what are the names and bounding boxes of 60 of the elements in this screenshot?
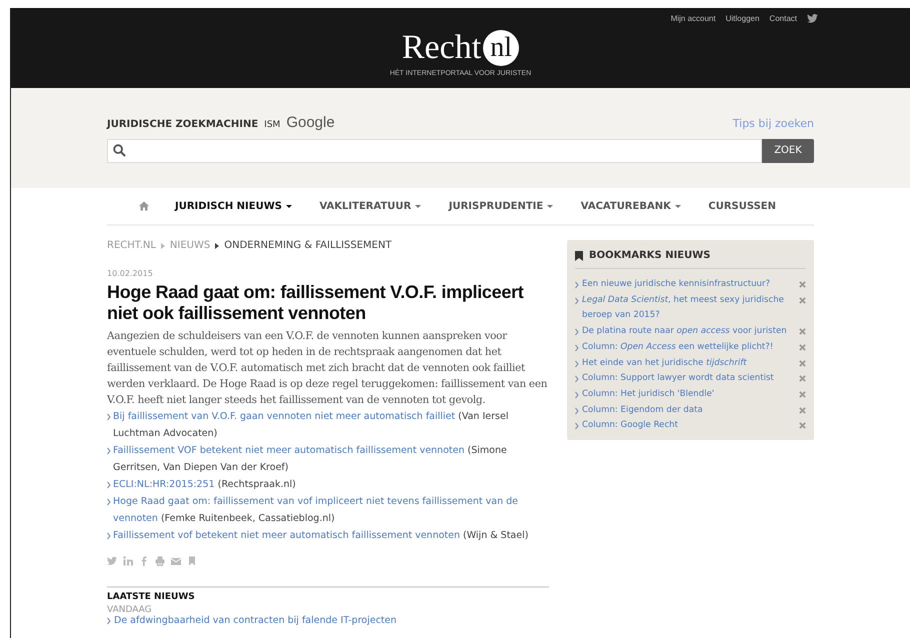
facebook-icon[interactable] xyxy=(139,556,149,566)
panel-title: BOOKMARKS NIEUWS xyxy=(589,250,710,261)
close-icon[interactable] xyxy=(799,281,806,288)
bird-icon[interactable] xyxy=(807,14,818,23)
news-link[interactable]: De afdwingbaarheid van contracten bij falende IT-projecten xyxy=(114,615,397,626)
print-icon[interactable] xyxy=(155,556,165,566)
mail-icon[interactable] xyxy=(171,556,181,566)
related-article-entry[interactable]: Hoge Raad gaat om: faillissement van vof impliceert niet tevens faillissement van de vennoten (Femke Ruitenbeek, Cassatieblog.nl) xyxy=(113,493,549,527)
triangle-icon xyxy=(215,242,220,248)
close-icon[interactable] xyxy=(799,328,806,336)
caret-icon xyxy=(547,204,554,208)
bookmark-link[interactable]: De platina route naar open access voor juristen xyxy=(582,324,790,340)
chevron-icon xyxy=(107,532,111,540)
caret-icon xyxy=(674,204,681,208)
header-link[interactable]: Mijn account xyxy=(670,14,716,23)
article-body: Aangezien de schuldeisers van een V.O.F. de vennoten kunnen aanspreken voor eventuele schulden, werd tot op heden in de rechtspraak aangenomen dat het faillissement van de V.O.F. automatisch met zich bracht dat de vennoten ook failliet werden verklaard. De Hoge Raad is op deze regel teruggekomen: faillissement van een V.O.F. heeft niet langer steeds het faillissement van de vennoten tot gevolg. xyxy=(107,329,548,408)
linkedin-icon[interactable] xyxy=(123,556,133,566)
close-icon[interactable] xyxy=(799,390,806,398)
section-heading: LAATSTE NIEUWS xyxy=(107,592,196,602)
nav-tab[interactable]: JURISPRUDENTIE xyxy=(448,200,554,212)
logo-badge: nl xyxy=(483,30,520,66)
chevron-icon xyxy=(107,413,111,421)
header-link[interactable]: Uitloggen xyxy=(726,14,760,23)
chevron-icon xyxy=(107,498,111,506)
search-icon xyxy=(113,144,126,157)
nav-tab[interactable]: CURSUSSEN xyxy=(708,200,776,212)
bookmark-icon[interactable] xyxy=(187,556,197,566)
chevron-icon xyxy=(107,616,111,624)
close-icon[interactable] xyxy=(799,360,806,367)
caret-icon xyxy=(415,204,422,208)
day-label: VANDAAG xyxy=(107,605,153,615)
nav-tab[interactable]: VAKLITERATUUR xyxy=(319,200,422,212)
close-icon[interactable] xyxy=(799,344,806,351)
search-label: JURIDISCHE ZOEKMACHINE xyxy=(107,118,258,130)
article-title: Hoge Raad gaat om: faillissement V.O.F. impliceert niet ook faillissement vennoten xyxy=(107,282,524,324)
close-icon[interactable] xyxy=(799,406,806,414)
nav-tab[interactable]: JURIDISCH NIEUWS xyxy=(175,200,292,212)
engine-label: Google xyxy=(286,114,335,130)
close-icon[interactable] xyxy=(799,422,806,430)
chevron-icon xyxy=(107,481,111,489)
header-link[interactable]: Contact xyxy=(769,14,797,23)
search-field[interactable] xyxy=(107,138,762,162)
close-icon[interactable] xyxy=(799,375,806,382)
logo-text: Recht xyxy=(402,30,482,64)
related-article-entry[interactable]: ECLI:NL:HR:2015:251 (Rechtspraak.nl) xyxy=(113,476,549,493)
ism-label: ISM xyxy=(264,120,280,130)
triangle-icon xyxy=(160,242,165,248)
close-icon[interactable] xyxy=(799,296,806,304)
chevron-icon xyxy=(107,447,111,455)
nav-tab[interactable]: VACATUREBANK xyxy=(580,200,681,212)
bookmark-link[interactable]: Column: Het juridisch 'Blendle' xyxy=(582,386,790,403)
related-article-entry[interactable]: Bij faillissement van V.O.F. gaan vennoten niet meer automatisch failliet (Van Iersel Luchtman Advocaten) xyxy=(113,408,549,442)
related-article-entry[interactable]: Faillissement vof betekent niet meer automatisch faillissement vennoten (Wijn & Stael) xyxy=(113,527,549,544)
bookmark-icon xyxy=(575,250,583,260)
related-article-entry[interactable]: Faillissement VOF betekent niet meer automatisch faillissement vennoten (Simone Gerritsen, Van Diepen Van der Kroef) xyxy=(113,442,549,476)
home-icon[interactable] xyxy=(139,201,149,211)
search-button[interactable]: ZOEK xyxy=(762,138,814,162)
breadcrumb-link[interactable]: ONDERNEMING & FAILLISSEMENT xyxy=(224,240,392,251)
caret-icon xyxy=(286,204,292,208)
article-date: 10.02.2015 xyxy=(107,269,154,278)
